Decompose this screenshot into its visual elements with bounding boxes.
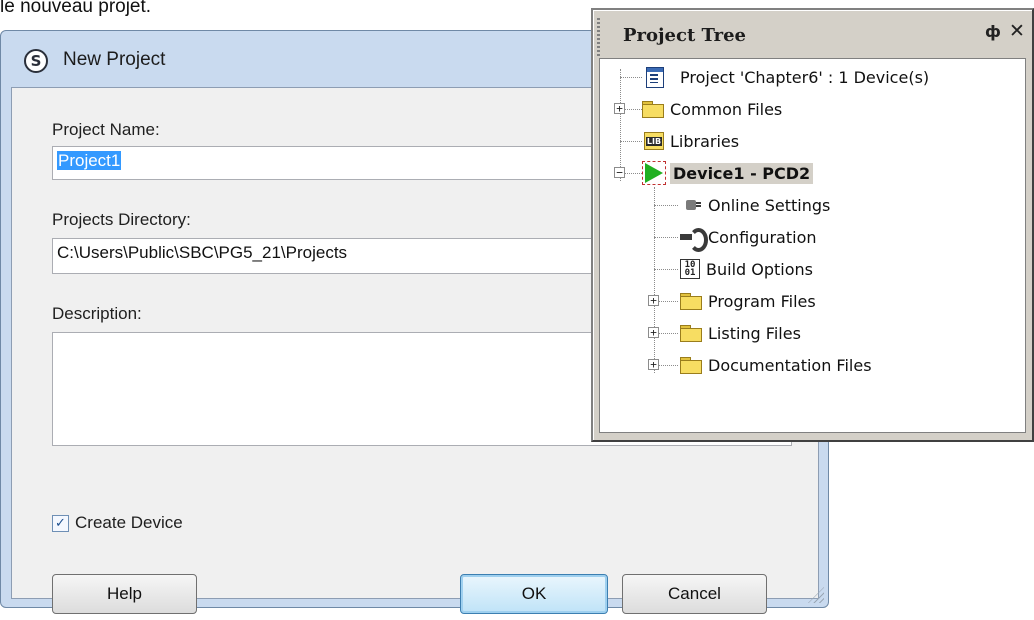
folder-icon: [680, 357, 702, 374]
plug-icon: [678, 196, 702, 214]
projects-directory-label: Projects Directory:: [52, 210, 191, 229]
wrench-icon: [678, 227, 708, 252]
tree-node-label: Program Files: [708, 291, 816, 311]
device-play-icon: [642, 161, 666, 185]
tree-node-label: Common Files: [670, 99, 783, 119]
tree-node-label: Listing Files: [708, 323, 801, 343]
create-device-row[interactable]: ✓ Create Device: [52, 513, 183, 533]
tree-connector: [654, 205, 678, 206]
create-device-label: Create Device: [75, 513, 183, 532]
project-icon: [644, 67, 664, 88]
tree-node-listing-files[interactable]: Listing Files: [680, 321, 801, 345]
project-name-label: Project Name:: [52, 120, 160, 139]
expand-listing-files[interactable]: +: [648, 327, 659, 338]
project-name-value: Project1: [57, 151, 122, 170]
tree-connector: [654, 269, 678, 270]
folder-icon: [642, 101, 664, 118]
tree-node-label: Libraries: [670, 131, 740, 151]
panel-drag-handle[interactable]: [597, 18, 600, 58]
tree-connector: [654, 237, 678, 238]
project-tree-panel: Project Tree ф ✕ + − + + + Project 'Chap…: [591, 8, 1034, 442]
panel-title: Project Tree: [623, 25, 747, 46]
tree-node-documentation-files[interactable]: Documentation Files: [680, 353, 872, 377]
tree-node-label: Build Options: [706, 259, 813, 279]
tree-node-project[interactable]: Project 'Chapter6' : 1 Device(s): [644, 65, 929, 89]
tree-node-label: Documentation Files: [708, 355, 872, 375]
collapse-device[interactable]: −: [614, 167, 625, 178]
tree-node-device[interactable]: Device1 - PCD2: [642, 161, 814, 185]
close-icon[interactable]: ✕: [1009, 20, 1025, 42]
tree-node-label: Device1 - PCD2: [670, 162, 814, 184]
expand-documentation-files[interactable]: +: [648, 359, 659, 370]
tree-connector: [654, 187, 655, 373]
tree-node-label: Online Settings: [708, 195, 831, 215]
caption-text: le nouveau projet.: [0, 0, 152, 17]
folder-icon: [680, 325, 702, 342]
tree-node-label: Project 'Chapter6' : 1 Device(s): [680, 67, 930, 87]
ok-button[interactable]: OK: [460, 574, 608, 614]
tree-node-label: Configuration: [708, 227, 817, 247]
description-label: Description:: [52, 304, 142, 323]
tree-node-program-files[interactable]: Program Files: [680, 289, 816, 313]
tree-connector: [620, 77, 642, 78]
tree-node-online-settings[interactable]: Online Settings: [678, 193, 830, 217]
project-tree: + − + + + Project 'Chapter6' : 1 Device(…: [599, 58, 1026, 433]
build-options-icon: 10 01: [680, 259, 700, 279]
app-logo-icon: S: [24, 49, 48, 73]
help-button[interactable]: Help: [52, 574, 197, 614]
tree-node-build-options[interactable]: 10 01 Build Options: [680, 257, 813, 281]
tree-connector: [620, 141, 642, 142]
tree-connector: [620, 69, 621, 181]
create-device-checkbox[interactable]: ✓: [52, 514, 69, 532]
expand-common-files[interactable]: +: [614, 103, 625, 114]
tree-node-common-files[interactable]: Common Files: [642, 97, 782, 121]
tree-node-libraries[interactable]: LIB Libraries: [644, 129, 739, 153]
expand-program-files[interactable]: +: [648, 295, 659, 306]
cancel-button[interactable]: Cancel: [622, 574, 767, 614]
dialog-title: New Project: [63, 49, 166, 70]
library-icon: LIB: [644, 132, 664, 150]
folder-icon: [680, 293, 702, 310]
pin-icon[interactable]: ф: [985, 22, 1001, 41]
tree-node-configuration[interactable]: Configuration: [678, 225, 817, 252]
